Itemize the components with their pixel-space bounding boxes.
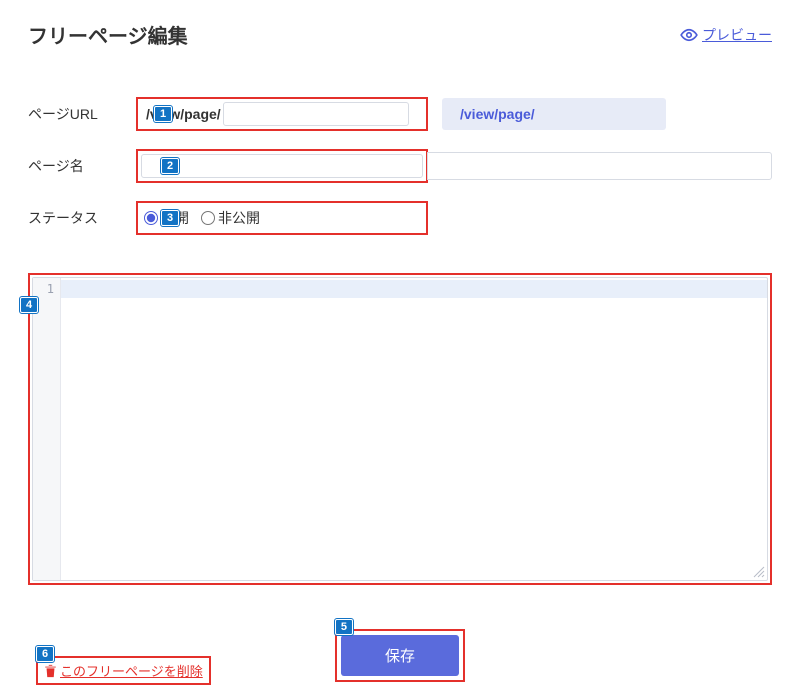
preview-label: プレビュー bbox=[702, 25, 772, 45]
editor-gutter: 1 bbox=[33, 278, 61, 580]
url-input[interactable] bbox=[223, 102, 409, 126]
line-number: 1 bbox=[33, 282, 54, 296]
name-label: ページ名 bbox=[28, 156, 136, 176]
trash-icon bbox=[44, 664, 57, 678]
save-box: 5 保存 bbox=[335, 629, 465, 682]
status-private-label: 非公開 bbox=[218, 208, 260, 228]
marker-3: 3 bbox=[161, 210, 179, 226]
marker-4: 4 bbox=[20, 297, 38, 313]
editor-textarea[interactable] bbox=[61, 278, 767, 580]
url-field-box: /view/page/ bbox=[136, 97, 428, 131]
status-private-radio[interactable] bbox=[201, 211, 215, 225]
marker-1: 1 bbox=[154, 106, 172, 122]
marker-5: 5 bbox=[335, 619, 353, 635]
name-field-box bbox=[136, 149, 428, 183]
preview-link[interactable]: プレビュー bbox=[680, 25, 772, 45]
url-preview: /view/page/ bbox=[442, 98, 666, 130]
name-input[interactable] bbox=[141, 154, 423, 178]
status-field-box: 公開 非公開 bbox=[136, 201, 428, 235]
status-public-radio[interactable] bbox=[144, 211, 158, 225]
resize-handle-icon[interactable] bbox=[753, 566, 765, 578]
save-button[interactable]: 保存 bbox=[341, 635, 459, 676]
status-label: ステータス bbox=[28, 208, 136, 228]
marker-6: 6 bbox=[36, 646, 54, 662]
status-private[interactable]: 非公開 bbox=[201, 208, 260, 228]
delete-box: 6 このフリーページを削除 bbox=[36, 656, 211, 685]
marker-2: 2 bbox=[161, 158, 179, 174]
code-editor[interactable]: 1 bbox=[32, 277, 768, 581]
name-input-extend[interactable] bbox=[427, 152, 772, 180]
url-label: ページURL bbox=[28, 104, 136, 124]
editor-box: 4 1 bbox=[28, 273, 772, 585]
eye-icon bbox=[680, 26, 698, 44]
delete-link[interactable]: このフリーページを削除 bbox=[60, 661, 203, 680]
page-title: フリーページ編集 bbox=[28, 20, 188, 49]
